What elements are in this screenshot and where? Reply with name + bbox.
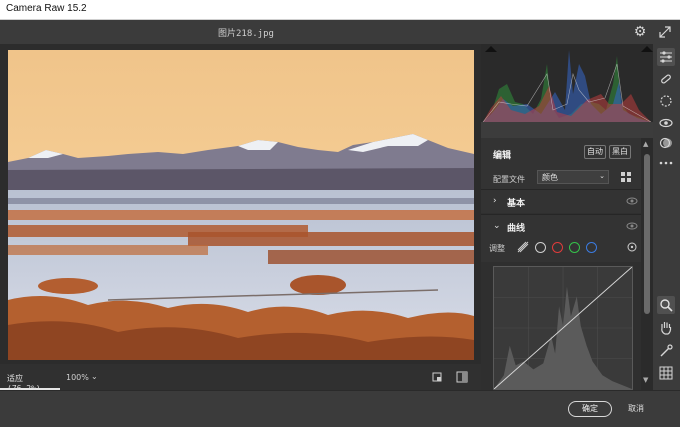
tone-curve-graph[interactable] [493,266,633,390]
zoom-icon[interactable] [657,296,675,314]
chevron-right-icon: › [493,196,497,206]
chevron-down-icon: ⌄ [493,221,501,231]
camera-raw-window: Camera Raw 15.2 图片218.jpg ⚙ 适应 (76.2%) 1… [0,0,680,427]
dialog-footer: 确定 取消 [0,390,680,427]
scrollbar-thumb[interactable] [644,154,650,314]
square-view-icon[interactable] [432,372,442,382]
curve-adjust-label: 调整 [489,244,505,253]
edit-sliders-icon[interactable] [657,48,675,66]
edit-panel: 编辑 自动 黑白 配置文件 颜色 ⌄ › 基本 ⌄ 曲线 调整 ▲ ▼ [481,44,653,390]
expand-icon[interactable] [658,25,672,39]
profile-value: 颜色 [542,173,558,182]
chevron-down-icon: ⌄ [599,172,605,180]
ok-button[interactable]: 确定 [568,401,612,417]
presets-icon[interactable] [657,134,675,152]
visibility-eye-icon[interactable] [626,221,638,231]
scroll-down-icon[interactable]: ▼ [643,376,648,384]
before-after-icon[interactable] [456,371,468,383]
grid-overlay-icon[interactable] [657,364,675,382]
curve-tools: 调整 [481,236,641,262]
hand-icon[interactable] [657,318,675,336]
scroll-up-icon[interactable]: ▲ [643,140,648,148]
section-basic[interactable]: › 基本 [481,189,641,213]
profile-browser-icon[interactable] [620,171,632,183]
image-viewport[interactable] [0,44,481,364]
histogram-divider [481,122,653,138]
chevron-down-icon: ⌄ [91,372,98,381]
point-curve-white-icon[interactable] [535,242,546,253]
window-title-bar: Camera Raw 15.2 [0,0,680,20]
zoom-level-select[interactable]: 100% ⌄ [60,364,100,390]
cancel-button[interactable]: 取消 [628,403,644,414]
point-curve-red-icon[interactable] [552,242,563,253]
point-curve-blue-icon[interactable] [586,242,597,253]
point-curve-green-icon[interactable] [569,242,580,253]
histogram [481,44,653,122]
window-title: Camera Raw 15.2 [6,3,87,14]
parametric-curve-icon[interactable] [517,241,529,253]
panel-scrollbar[interactable]: ▲ ▼ [641,138,653,390]
target-adjust-icon[interactable] [627,242,637,252]
black-white-button[interactable]: 黑白 [609,145,631,159]
visibility-eye-icon[interactable] [626,196,638,206]
tool-strip [653,44,680,390]
auto-button[interactable]: 自动 [584,145,606,159]
app-header: 图片218.jpg ⚙ [0,20,680,44]
status-bar: 适应 (76.2%) 100% ⌄ [0,364,481,393]
healing-brush-icon[interactable] [657,70,675,88]
red-eye-icon[interactable] [657,114,675,132]
section-curve[interactable]: ⌄ 曲线 [481,214,641,238]
gear-icon[interactable]: ⚙ [632,24,648,40]
more-icon[interactable] [657,154,675,172]
masking-icon[interactable] [657,92,675,110]
zoom-level-value: 100% [66,373,89,382]
profile-label: 配置文件 [493,175,525,184]
profile-select[interactable]: 颜色 ⌄ [537,170,609,184]
section-curve-title: 曲线 [507,224,526,234]
photo-preview [8,50,474,360]
zoom-fit-button[interactable]: 适应 (76.2%) [0,364,60,393]
edit-title: 编辑 [493,151,512,161]
file-name: 图片218.jpg [218,29,274,39]
color-sampler-icon[interactable] [657,342,675,360]
section-basic-title: 基本 [507,199,526,209]
